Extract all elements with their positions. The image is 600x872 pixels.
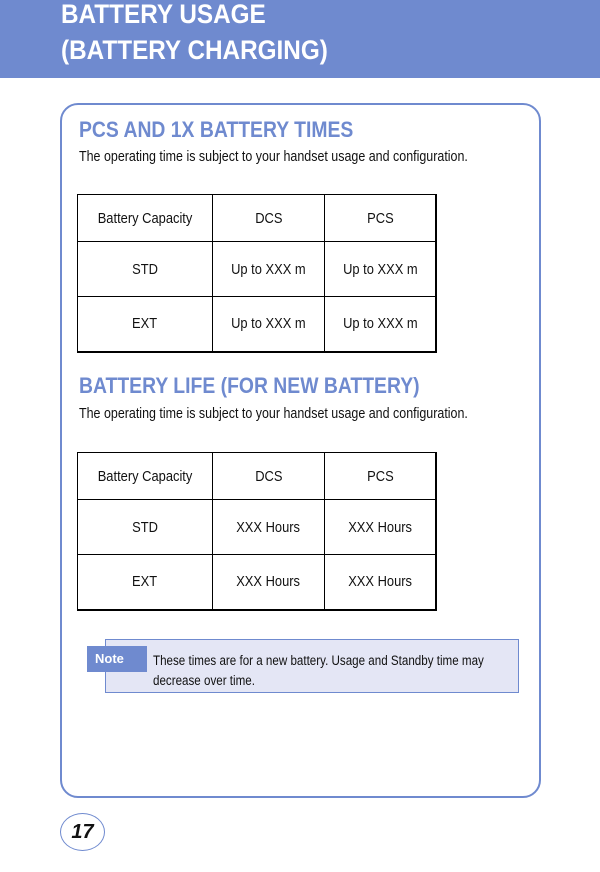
battery-life-table: Battery Capacity DCS PCS STD XXX Hours XXX H… — [77, 452, 437, 611]
table-row: STD XXX Hours XXX Hours — [77, 499, 437, 555]
section-subtitle: The operating time is subject to your ha… — [79, 149, 468, 165]
section-subtitle: The operating time is subject to your ha… — [79, 406, 468, 422]
table-row: EXT XXX Hours XXX Hours — [77, 554, 437, 611]
note-text: These times are for a new battery. Usage… — [153, 653, 484, 688]
table-header-row: Battery Capacity DCS PCS — [77, 194, 437, 242]
section-title: BATTERY LIFE (FOR NEW BATTERY) — [79, 373, 420, 398]
battery-times-table: Battery Capacity DCS PCS STD Up to XXX m Up … — [77, 194, 437, 353]
page-title: BATTERY USAGE (BATTERY CHARGING) — [61, 0, 328, 65]
section-title: PCS AND 1X BATTERY TIMES — [79, 117, 354, 142]
page-number: 17 — [60, 813, 105, 851]
table-row: STD Up to XXX m Up to XXX m — [77, 241, 437, 297]
table-row: EXT Up to XXX m Up to XXX m — [77, 296, 437, 353]
table-header-row: Battery Capacity DCS PCS — [77, 452, 437, 500]
note-label: Note — [87, 646, 147, 672]
